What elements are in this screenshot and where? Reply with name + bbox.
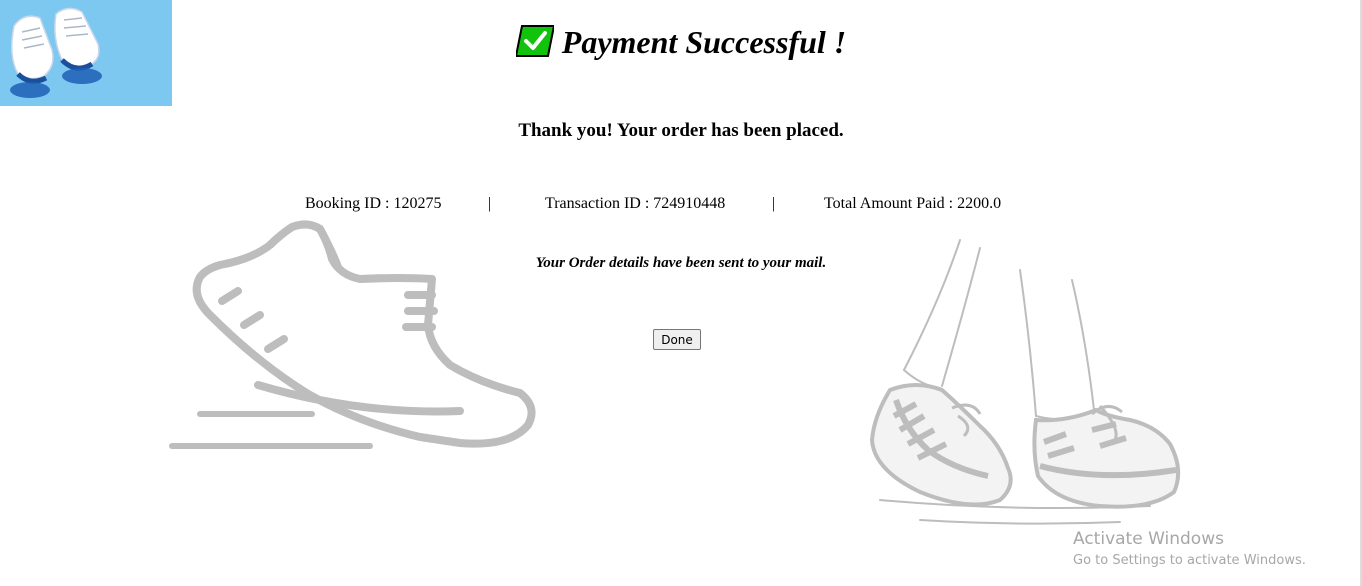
- done-button[interactable]: Done: [653, 329, 701, 350]
- separator: |: [488, 195, 492, 212]
- total-amount-paid: Total Amount Paid : 2200.0: [824, 195, 1002, 212]
- title-text: Payment Successful !: [561, 24, 847, 60]
- check-mark-box-icon: [515, 25, 554, 57]
- payment-success-page: Payment Successful ! Thank you! Your ord…: [0, 0, 1362, 586]
- watermark-subtitle: Go to Settings to activate Windows.: [1073, 553, 1306, 568]
- transaction-id: Transaction ID : 724910448: [545, 195, 726, 212]
- booking-id: Booking ID : 120275: [305, 195, 442, 212]
- watermark-title: Activate Windows: [1073, 529, 1224, 549]
- walking-feet-sneakers-icon: [869, 239, 1181, 525]
- page-title: Payment Successful !: [0, 20, 1362, 64]
- thank-you-message: Thank you! Your order has been placed.: [518, 120, 844, 141]
- activate-windows-watermark[interactable]: Activate Windows Go to Settings to activ…: [1073, 528, 1306, 570]
- separator: |: [772, 195, 776, 212]
- running-shoe-icon: [169, 220, 536, 449]
